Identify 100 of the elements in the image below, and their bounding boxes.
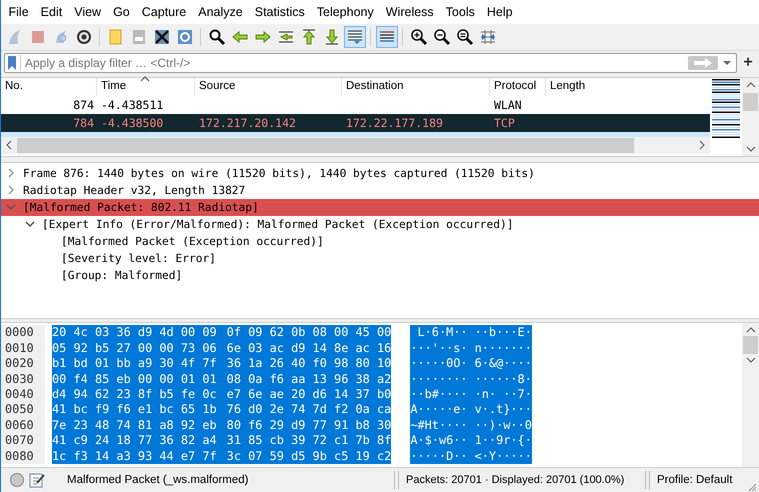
bookmark-icon[interactable] [7,54,21,71]
column-header[interactable]: Length [546,78,710,96]
menu-item[interactable]: File [3,4,34,19]
table-cell-text: 172.217.20.142 [198,114,297,132]
ascii-bytes: ~#Ht···· [410,418,468,434]
table-cell-text: -4.438511 [100,96,164,114]
table-cell-text: 172.22.177.189 [345,114,444,132]
table-cell-text: 784 [72,114,95,132]
profile-label[interactable]: Profile: Default [657,474,732,486]
toolbar-button[interactable] [344,26,366,48]
ascii-bytes: ·····D·· [410,448,468,464]
packet-row[interactable]: 874 -4.438511 WLAN [1,96,710,114]
menu-item[interactable]: Help [481,4,518,19]
table-cell-text: -4.438500 [100,114,164,132]
zoom-out-icon [432,28,450,46]
table-cell-text: TCP [493,114,516,132]
tree-item[interactable]: [Expert Info (Error/Malformed): Malformed Packet (Exception occurred)] [42,218,514,231]
scrollbar-thumb[interactable] [743,336,758,354]
column-header[interactable]: No. [1,78,97,96]
scrollbar-thumb[interactable] [743,92,758,111]
resize-grip-icon[interactable] [747,482,757,492]
ascii-bytes: 6·&@···· [468,356,532,372]
table-cell-text: WLAN [493,96,523,114]
packet-minimap[interactable] [712,78,740,139]
scrollbar-thumb[interactable] [17,138,634,153]
column-header[interactable]: Source [195,78,342,96]
hex-bytes: 7e 23 48 74 81 a8 92 eb [52,418,227,434]
ascii-bytes: L·6·M·· [410,325,468,341]
gear-icon [74,28,92,46]
table-cell-text: 874 [72,96,95,114]
status-text: Malformed Packet (_ws.malformed) [67,474,250,486]
tree-item[interactable]: [Malformed Packet (Exception occurred)] [61,234,324,248]
offset-label: 0080 [1,448,45,464]
offset-label: 0030 [1,372,45,388]
vertical-scrollbar[interactable] [742,323,759,468]
display-filter-field[interactable]: Apply a display filter … <Ctrl-/> [25,56,684,70]
scroll-up-icon[interactable] [746,82,756,88]
column-header[interactable]: Destination [342,78,490,96]
packet-count: Packets: 20701 · Displayed: 20701 (100.0%) [406,474,626,486]
scroll-up-icon[interactable] [746,327,756,334]
offset-label: 0060 [1,418,45,434]
tree-item[interactable]: Radiotap Header v32, Length 13827 [23,184,246,197]
menu-item[interactable]: Analyze [192,4,248,19]
column-header[interactable]: Protocol [490,78,546,96]
ascii-bytes: ···'··s· [410,340,468,356]
menu-item[interactable]: Statistics [249,4,310,19]
offset-label: 0000 [1,325,45,341]
zoom-in-icon [410,28,428,46]
toolbar-button[interactable] [376,26,398,48]
dropdown-icon[interactable] [722,58,732,67]
menu-item[interactable]: Edit [35,4,68,19]
ascii-bytes: ··b···E· [468,325,532,341]
offset-label: 0070 [1,433,45,449]
menu-item[interactable]: Go [108,4,136,19]
search-icon [208,28,226,46]
ascii-bytes: A·····e· [410,402,468,418]
zoom-reset-icon [456,28,474,46]
add-filter-button[interactable]: + [741,54,755,72]
ascii-bytes: ·····0O· [410,356,468,372]
menu-item[interactable]: Tools [440,4,480,19]
ascii-bytes: ·n· ··7· [468,387,532,402]
tree-item[interactable]: Frame 876: 1440 bytes on wire (11520 bits), 1440 bytes captured (11520 bits) [23,166,535,180]
hex-bytes: b1 bd 01 bb a9 30 4f 7f [52,356,227,372]
hex-bytes: 20 4c 03 36 d9 4d 00 09 [52,325,227,341]
ascii-bytes: ······8· [468,372,532,388]
tree-item[interactable]: [Severity level: Error] [61,252,216,265]
hex-bytes: 41 c9 24 18 77 36 82 a4 [52,433,227,449]
lines-down-icon [346,28,364,46]
scroll-down-icon[interactable] [746,357,756,364]
reload-icon [176,28,194,46]
offset-label: 0050 [1,402,45,418]
ascii-bytes: <·Y····· [468,448,532,464]
column-header[interactable]: Time [97,78,195,96]
menu-item[interactable]: Capture [136,4,192,19]
horizontal-scrollbar[interactable] [1,136,710,154]
hex-bytes: 05 92 b5 27 00 00 73 06 [52,340,227,356]
ascii-bytes: ········ [410,372,468,388]
close-icon [152,28,170,46]
menu-item[interactable]: Telephony [311,4,380,19]
resize-columns-icon [478,28,496,46]
edit-comment-icon[interactable] [29,472,45,488]
tree-item[interactable]: [Group: Malformed] [61,268,182,282]
ascii-bytes: n······· [468,340,532,356]
ascii-bytes: ··b#···· [410,387,468,402]
display-filter-box[interactable]: Apply a display filter … <Ctrl-/> [4,52,737,73]
hex-bytes: 00 f4 85 eb 00 00 01 01 [52,372,227,388]
offset-label: 0010 [1,340,45,356]
offset-label: 0040 [1,387,45,402]
folder-icon [106,28,124,46]
ascii-bytes: A·$·w6·· [410,433,468,449]
menu-item[interactable]: Wireless [380,4,440,19]
ascii-bytes: v·.t}··· [468,402,532,418]
packet-row[interactable]: 784 -4.438500 172.217.20.142 172.22.177.189 TCP [1,114,710,132]
hex-bytes: d4 94 62 23 8f b5 fe 0c [52,387,227,402]
scroll-down-icon[interactable] [746,146,756,152]
menu-item[interactable]: View [68,4,107,19]
vertical-scrollbar[interactable] [742,78,759,156]
ascii-bytes: ··)·w··0 [468,418,532,434]
hex-bytes: 1c f3 14 a3 93 44 e7 7f [52,448,227,464]
ascii-bytes: 1··9r·{· [468,433,532,449]
